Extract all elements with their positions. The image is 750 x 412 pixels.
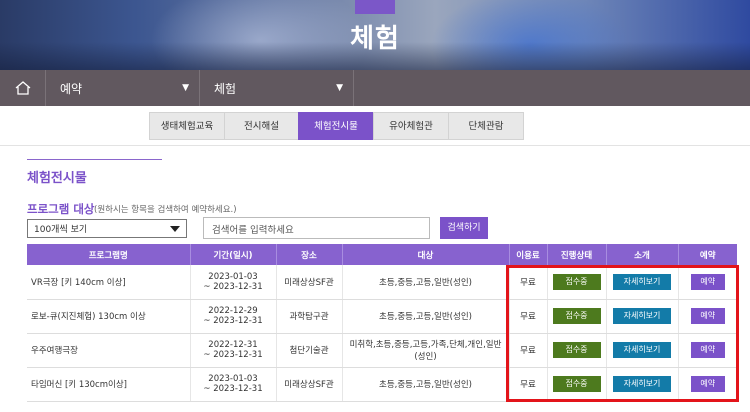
- tab-experience-exhibits[interactable]: 체험전시물: [298, 112, 374, 140]
- cell-place: 첨단기술관: [276, 333, 343, 368]
- breadcrumb-level2-label: 체험: [214, 81, 237, 96]
- section-title-line: [27, 159, 162, 160]
- cell-program-name: 로보-큐(지진체험) 130cm 이상: [27, 299, 191, 334]
- table-header-row: 프로그램명 기간(일시) 장소 대상 이용료 진행상태 소개 예약: [27, 244, 737, 265]
- cell-target: 초등,중등,고등,일반(성인): [342, 367, 510, 402]
- cell-place: 미래상상SF관: [276, 265, 343, 300]
- tabs-divider: [0, 145, 750, 146]
- cell-program-name: 우주여행극장: [27, 333, 191, 368]
- header-program-name: 프로그램명: [27, 244, 191, 265]
- home-icon: [15, 81, 30, 95]
- cell-program-name: 타임머신 [키 130cm이상]: [27, 367, 191, 402]
- caret-down-icon: [170, 225, 180, 232]
- program-target-label: 프로그램 대상: [27, 202, 95, 216]
- highlight-box: [506, 265, 739, 402]
- breadcrumb-select-level1[interactable]: 예약 ▼: [46, 70, 200, 106]
- search-button[interactable]: 검색하기: [440, 217, 488, 239]
- program-target-hint: (원하시는 항목을 검색하여 예약하세요.): [94, 205, 237, 215]
- tab-group-visit[interactable]: 단체관람: [448, 112, 524, 140]
- cell-place: 과학탐구관: [276, 299, 343, 334]
- breadcrumb-select-level2[interactable]: 체험 ▼: [200, 70, 354, 106]
- sub-tabs: 생태체험교육 전시해설 체험전시물 유아체험관 단체관람: [149, 112, 524, 140]
- per-page-select[interactable]: 100개씩 보기: [27, 219, 187, 238]
- home-button[interactable]: [0, 70, 46, 106]
- header-fee: 이용료: [509, 244, 548, 265]
- tab-eco-education[interactable]: 생태체험교육: [149, 112, 225, 140]
- cell-period: 2023-01-03 ~ 2023-12-31: [190, 265, 277, 300]
- cell-period: 2022-12-29 ~ 2023-12-31: [190, 299, 277, 334]
- hero-accent-bar: [355, 0, 395, 14]
- per-page-value: 100개씩 보기: [34, 225, 88, 235]
- header-intro: 소개: [606, 244, 679, 265]
- tab-kids-hall[interactable]: 유아체험관: [373, 112, 449, 140]
- breadcrumb-level1-label: 예약: [60, 81, 83, 96]
- hero-banner: 체험: [0, 0, 750, 70]
- header-reserve: 예약: [678, 244, 737, 265]
- breadcrumb: 예약 ▼ 체험 ▼: [0, 70, 750, 106]
- dropdown-arrow-icon: ▼: [336, 83, 343, 93]
- page-title: 체험: [350, 24, 400, 54]
- cell-program-name: VR극장 [키 140cm 이상]: [27, 265, 191, 300]
- cell-target: 초등,중등,고등,일반(성인): [342, 299, 510, 334]
- cell-target: 미취학,초등,중등,고등,가족,단체,개인,일반(성인): [342, 333, 510, 368]
- search-input[interactable]: 검색어를 입력하세요: [203, 217, 430, 239]
- cell-period: 2023-01-03 ~ 2023-12-31: [190, 367, 277, 402]
- tab-exhibition-guide[interactable]: 전시해설: [224, 112, 299, 140]
- dropdown-arrow-icon: ▼: [182, 83, 189, 93]
- header-place: 장소: [276, 244, 343, 265]
- cell-place: 미래상상SF관: [276, 367, 343, 402]
- section-title: 체험전시물: [27, 171, 87, 186]
- header-status: 진행상태: [547, 244, 607, 265]
- cell-period: 2022-12-31 ~ 2023-12-31: [190, 333, 277, 368]
- cell-target: 초등,중등,고등,일반(성인): [342, 265, 510, 300]
- header-period: 기간(일시): [190, 244, 277, 265]
- header-target: 대상: [342, 244, 510, 265]
